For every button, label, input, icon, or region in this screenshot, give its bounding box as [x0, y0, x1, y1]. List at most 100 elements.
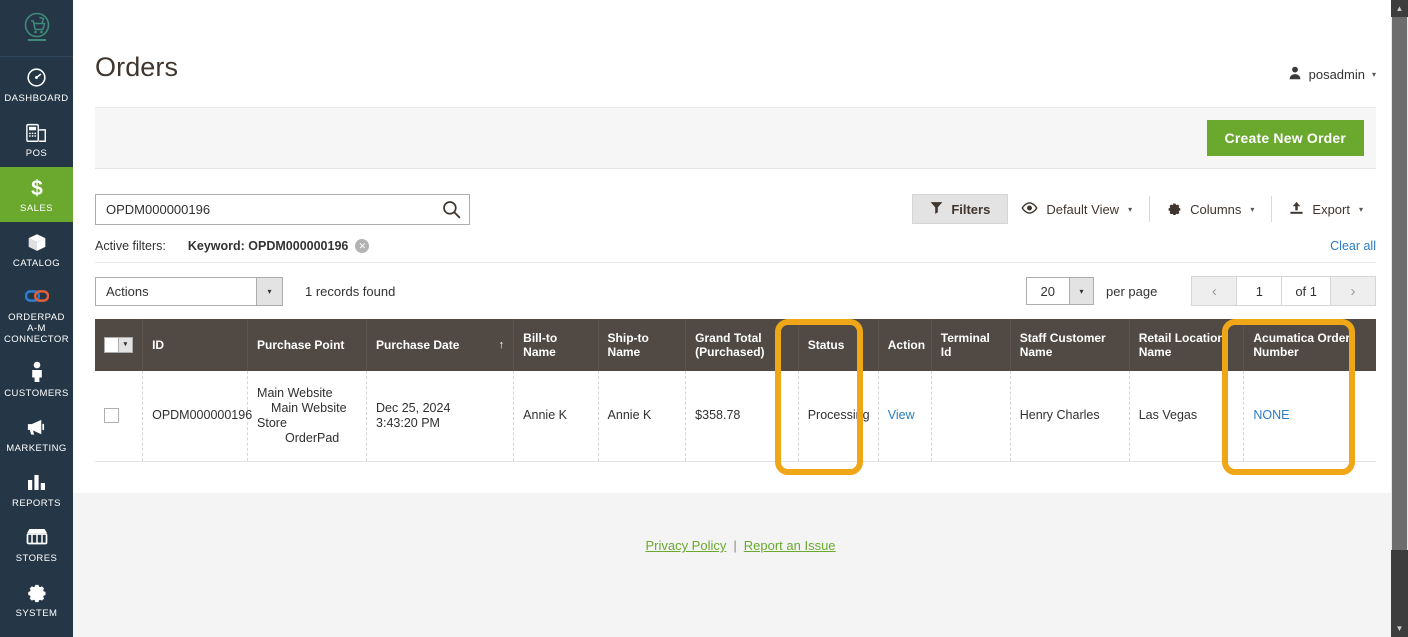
- cell-status: Processing: [798, 371, 879, 462]
- sidebar-item-reports[interactable]: REPORTS: [0, 462, 73, 517]
- column-header-grand-total[interactable]: Grand Total (Purchased): [685, 319, 799, 371]
- search-icon[interactable]: [442, 200, 461, 219]
- column-header-action[interactable]: Action: [878, 319, 932, 371]
- sidebar-item-label: REPORTS: [12, 498, 61, 509]
- scrollbar-thumb[interactable]: [1392, 17, 1407, 550]
- pos-terminal-icon: [25, 121, 48, 143]
- sidebar-item-pos[interactable]: POS: [0, 112, 73, 167]
- sidebar-item-system[interactable]: SYSTEM: [0, 572, 73, 627]
- column-header-id[interactable]: ID: [142, 319, 249, 371]
- sidebar-item-orderpad-am-connector[interactable]: ORDERPAD A-M CONNECTOR: [0, 277, 73, 352]
- export-label: Export: [1312, 201, 1350, 217]
- sidebar-item-sales[interactable]: $ SALES: [0, 167, 73, 222]
- row-checkbox[interactable]: [104, 408, 119, 424]
- acumatica-order-number-link[interactable]: NONE: [1253, 408, 1289, 422]
- column-header-status[interactable]: Status: [798, 319, 879, 371]
- grid-controls-right: 20 ▾ per page ‹ 1 of 1 ›: [1025, 276, 1376, 306]
- sidebar-item-label: STORES: [15, 553, 58, 564]
- sidebar-item-catalog[interactable]: CATALOG: [0, 222, 73, 277]
- export-button[interactable]: Export ▾: [1276, 194, 1376, 225]
- table-row[interactable]: OPDM000000196 Main Website Main Website …: [95, 371, 1376, 462]
- per-page-select[interactable]: 20 ▾: [1025, 277, 1094, 305]
- select-all-header[interactable]: ▾: [95, 319, 144, 371]
- dollar-icon: $: [28, 176, 46, 198]
- column-header-retail-location-name[interactable]: Retail Location Name: [1129, 319, 1245, 371]
- filters-button[interactable]: Filters: [912, 194, 1009, 224]
- cell-action: View: [878, 371, 932, 462]
- privacy-policy-link[interactable]: Privacy Policy: [645, 538, 726, 553]
- column-header-bill-to-name[interactable]: Bill-to Name: [513, 319, 599, 371]
- purchase-point-line-3: Store: [257, 415, 287, 430]
- create-new-order-button[interactable]: Create New Order: [1206, 120, 1364, 156]
- active-filters-label: Active filters:: [95, 239, 166, 253]
- primary-sidebar: DASHBOARD POS $ SALES CATALOG ORDERPAD A…: [0, 0, 73, 637]
- view-order-link[interactable]: View: [888, 408, 915, 422]
- toolbar-divider: [1149, 196, 1151, 222]
- clear-all-filters-link[interactable]: Clear all: [1330, 239, 1376, 253]
- cell-acumatica-order-number: NONE: [1243, 371, 1376, 462]
- cell-staff-customer-name: Henry Charles: [1010, 371, 1130, 462]
- purchase-point-line-1: Main Website: [257, 385, 333, 400]
- chevron-down-icon[interactable]: ▾: [118, 337, 134, 353]
- purchase-date-time: 3:43:20 PM: [376, 415, 440, 430]
- user-menu[interactable]: posadmin ▾: [1288, 66, 1376, 83]
- select-all-checkbox[interactable]: [104, 337, 119, 353]
- vertical-scrollbar[interactable]: ▲ ▼: [1391, 0, 1408, 637]
- row-select-cell[interactable]: [95, 371, 144, 462]
- column-header-ship-to-name[interactable]: Ship-to Name: [598, 319, 687, 371]
- cell-bill-to-name: Annie K: [513, 371, 599, 462]
- column-header-acumatica-order-number[interactable]: Acumatica Order Number: [1243, 319, 1376, 371]
- scroll-down-arrow-icon[interactable]: ▼: [1391, 620, 1408, 637]
- previous-page-button[interactable]: ‹: [1191, 276, 1238, 306]
- filter-funnel-icon: [930, 201, 943, 217]
- person-icon: [30, 361, 44, 383]
- page-root: DASHBOARD POS $ SALES CATALOG ORDERPAD A…: [0, 0, 1408, 637]
- sidebar-item-label: SALES: [20, 203, 53, 214]
- sidebar-item-customers[interactable]: CUSTOMERS: [0, 352, 73, 407]
- column-header-purchase-date[interactable]: ↑ Purchase Date: [366, 319, 515, 371]
- sidebar-item-label: ORDERPAD A-M CONNECTOR: [3, 312, 70, 345]
- megaphone-icon: [25, 416, 48, 438]
- default-view-button[interactable]: Default View ▾: [1008, 195, 1145, 224]
- sidebar-item-dashboard[interactable]: DASHBOARD: [0, 57, 73, 112]
- eye-icon: [1021, 201, 1038, 217]
- svg-text:$: $: [31, 177, 43, 198]
- search-box[interactable]: [95, 193, 470, 225]
- page-actions-bar: Create New Order: [95, 107, 1376, 169]
- page-title: Orders: [95, 52, 179, 82]
- gear-icon: [1167, 200, 1182, 218]
- sort-ascending-icon: ↑: [498, 339, 505, 351]
- page-number-input[interactable]: 1: [1237, 276, 1283, 306]
- chevron-down-icon[interactable]: ▾: [256, 277, 282, 305]
- column-header-staff-customer-name[interactable]: Staff Customer Name: [1010, 319, 1130, 371]
- orders-grid: ▾ ID Purchase Point ↑ Purchase Date Bill…: [95, 319, 1376, 462]
- per-page-value: 20: [1040, 283, 1055, 299]
- filter-chip: Keyword: OPDM000000196 ✕: [188, 239, 370, 253]
- actions-select[interactable]: Actions ▾: [95, 276, 283, 306]
- purchase-point-line-2: Main Website: [271, 400, 347, 415]
- columns-button[interactable]: Columns ▾: [1154, 193, 1267, 225]
- default-view-label: Default View: [1046, 201, 1120, 217]
- column-header-terminal-id[interactable]: Terminal Id: [931, 319, 1011, 371]
- scroll-up-arrow-icon[interactable]: ▲: [1391, 0, 1408, 17]
- chevron-down-icon: ▾: [1358, 204, 1363, 214]
- select-all-control[interactable]: ▾: [104, 337, 134, 353]
- footer-separator: |: [733, 538, 737, 553]
- sidebar-item-stores[interactable]: STORES: [0, 517, 73, 572]
- filter-chip-label: Keyword: OPDM000000196: [187, 239, 349, 253]
- chevron-down-icon[interactable]: ▾: [1068, 278, 1093, 304]
- search-input[interactable]: [106, 201, 442, 217]
- filters-label: Filters: [951, 201, 991, 217]
- sidebar-item-marketing[interactable]: MARKETING: [0, 407, 73, 462]
- chevron-down-icon: ▾: [1128, 204, 1133, 214]
- report-an-issue-link[interactable]: Report an Issue: [744, 538, 836, 553]
- per-page-label: per page: [1105, 283, 1158, 299]
- chevron-down-icon: ▾: [1250, 204, 1255, 214]
- shopping-cart-logo[interactable]: [0, 0, 73, 57]
- cell-ship-to-name: Annie K: [598, 371, 687, 462]
- close-icon[interactable]: ✕: [355, 239, 370, 253]
- column-header-purchase-point[interactable]: Purchase Point: [247, 319, 368, 371]
- scrollbar-track-lower[interactable]: [1391, 550, 1408, 620]
- next-page-button[interactable]: ›: [1330, 276, 1376, 306]
- cell-purchase-point: Main Website Main Website Store OrderPad: [247, 371, 368, 462]
